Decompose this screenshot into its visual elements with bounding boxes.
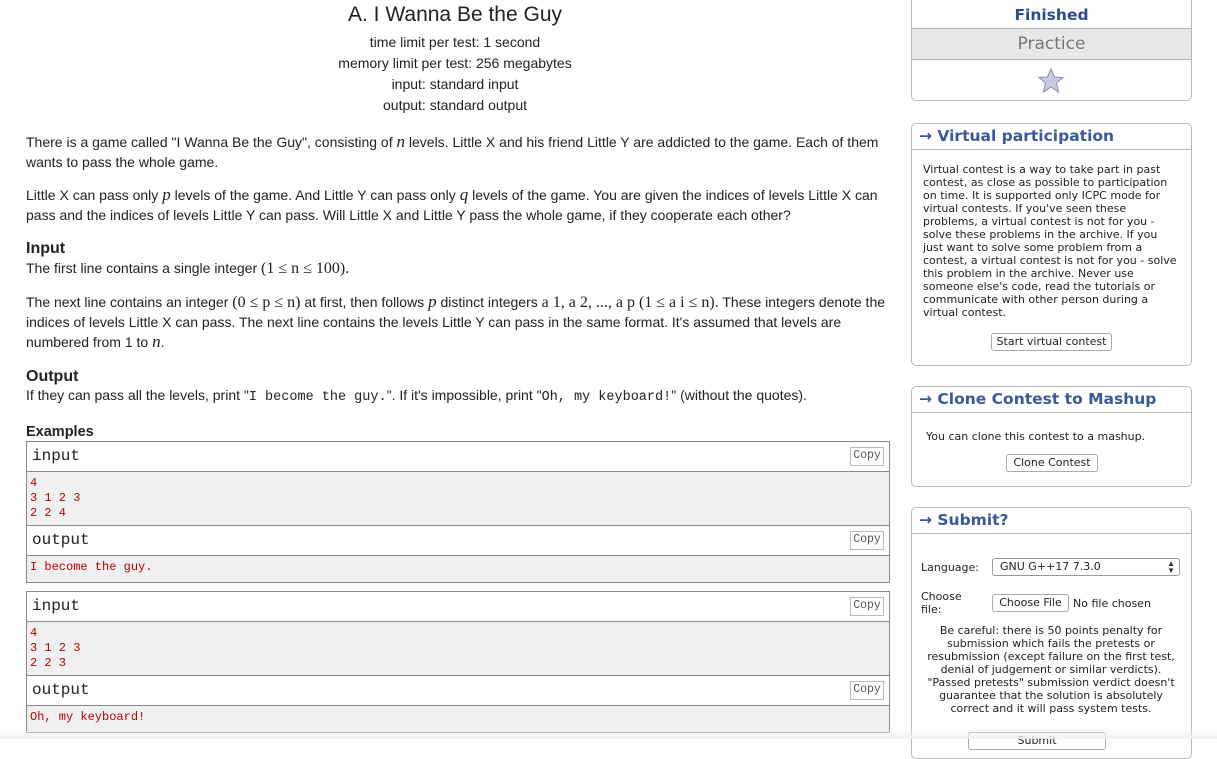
statement-paragraph-2: Little X can pass only p levels of the g…: [26, 185, 878, 223]
time-limit: time limit per test: 1 second: [369, 34, 541, 50]
example-2: input Copy 4 3 1 2 3 2 2 3 output Copy O…: [26, 591, 890, 733]
example-output-header: output Copy: [27, 526, 889, 556]
example-output: I become the guy.: [27, 556, 889, 582]
language-selected-value: GNU G++17 7.3.0: [1000, 560, 1101, 573]
input-line-2: The next line contains an integer (0 ≤ p…: [26, 292, 886, 351]
clone-contest-button[interactable]: Clone Contest: [1006, 454, 1098, 472]
example-input: 4 3 1 2 3 2 2 3: [27, 622, 889, 676]
status-finished[interactable]: Finished: [912, 6, 1191, 24]
input-heading: Input: [26, 240, 66, 257]
clone-contest-title: → Clone Contest to Mashup: [912, 387, 1191, 413]
example-input-header: input Copy: [27, 442, 889, 472]
copy-button[interactable]: Copy: [850, 531, 884, 550]
bottom-fade: [0, 727, 1217, 739]
copy-button[interactable]: Copy: [850, 597, 884, 616]
input-label: input: [32, 447, 81, 465]
input-line-1: The first line contains a single integer…: [26, 260, 350, 277]
submit-box: → Submit? Language: GNU G++17 7.3.0 ▲ ▼ C…: [911, 507, 1192, 759]
virtual-participation-box: → Virtual participation Virtual contest …: [911, 123, 1192, 366]
clone-contest-text: You can clone this contest to a mashup.: [926, 430, 1146, 443]
choose-file-label: Choose file:: [921, 590, 962, 616]
no-file-chosen: No file chosen: [1073, 597, 1151, 610]
example-input-header: input Copy: [27, 592, 889, 622]
statement-paragraph-1: There is a game called "I Wanna Be the G…: [26, 132, 879, 170]
output-label: output: [32, 681, 90, 699]
status-practice[interactable]: Practice: [912, 29, 1191, 59]
start-virtual-contest-button[interactable]: Start virtual contest: [991, 333, 1112, 351]
clone-contest-box: → Clone Contest to Mashup You can clone …: [911, 386, 1192, 487]
example-input: 4 3 1 2 3 2 2 4: [27, 472, 889, 526]
example-output-header: output Copy: [27, 676, 889, 706]
problem-limits: time limit per test: 1 second memory lim…: [20, 32, 890, 116]
input-file: input: standard input: [391, 76, 519, 92]
virtual-participation-title: → Virtual participation: [912, 124, 1191, 150]
examples-heading: Examples: [26, 424, 94, 440]
output-label: output: [32, 531, 90, 549]
copy-button[interactable]: Copy: [850, 681, 884, 700]
language-select[interactable]: GNU G++17 7.3.0 ▲ ▼: [992, 558, 1180, 576]
submit-title: → Submit?: [912, 508, 1191, 534]
input-label: input: [32, 597, 81, 615]
star-icon[interactable]: [1037, 67, 1065, 98]
output-heading: Output: [26, 368, 79, 385]
example-1: input Copy 4 3 1 2 3 2 2 4 output Copy I…: [26, 441, 890, 583]
output-line: If they can pass all the levels, print "…: [26, 387, 807, 405]
copy-button[interactable]: Copy: [850, 447, 884, 466]
contest-status-box: Finished Practice: [911, 0, 1192, 101]
status-practice-row: Practice: [912, 28, 1191, 60]
memory-limit: memory limit per test: 256 megabytes: [338, 55, 572, 71]
virtual-participation-text: Virtual contest is a way to take part in…: [923, 163, 1177, 319]
penalty-warning: Be careful: there is 50 points penalty f…: [927, 624, 1175, 715]
problem-statement: A. I Wanna Be the Guy time limit per tes…: [26, 0, 890, 116]
language-label: Language:: [921, 561, 979, 574]
output-file: output: standard output: [383, 97, 527, 113]
choose-file-button[interactable]: Choose File: [992, 594, 1069, 612]
problem-title: A. I Wanna Be the Guy: [348, 3, 562, 26]
select-arrows-icon: ▲ ▼: [1167, 559, 1175, 575]
